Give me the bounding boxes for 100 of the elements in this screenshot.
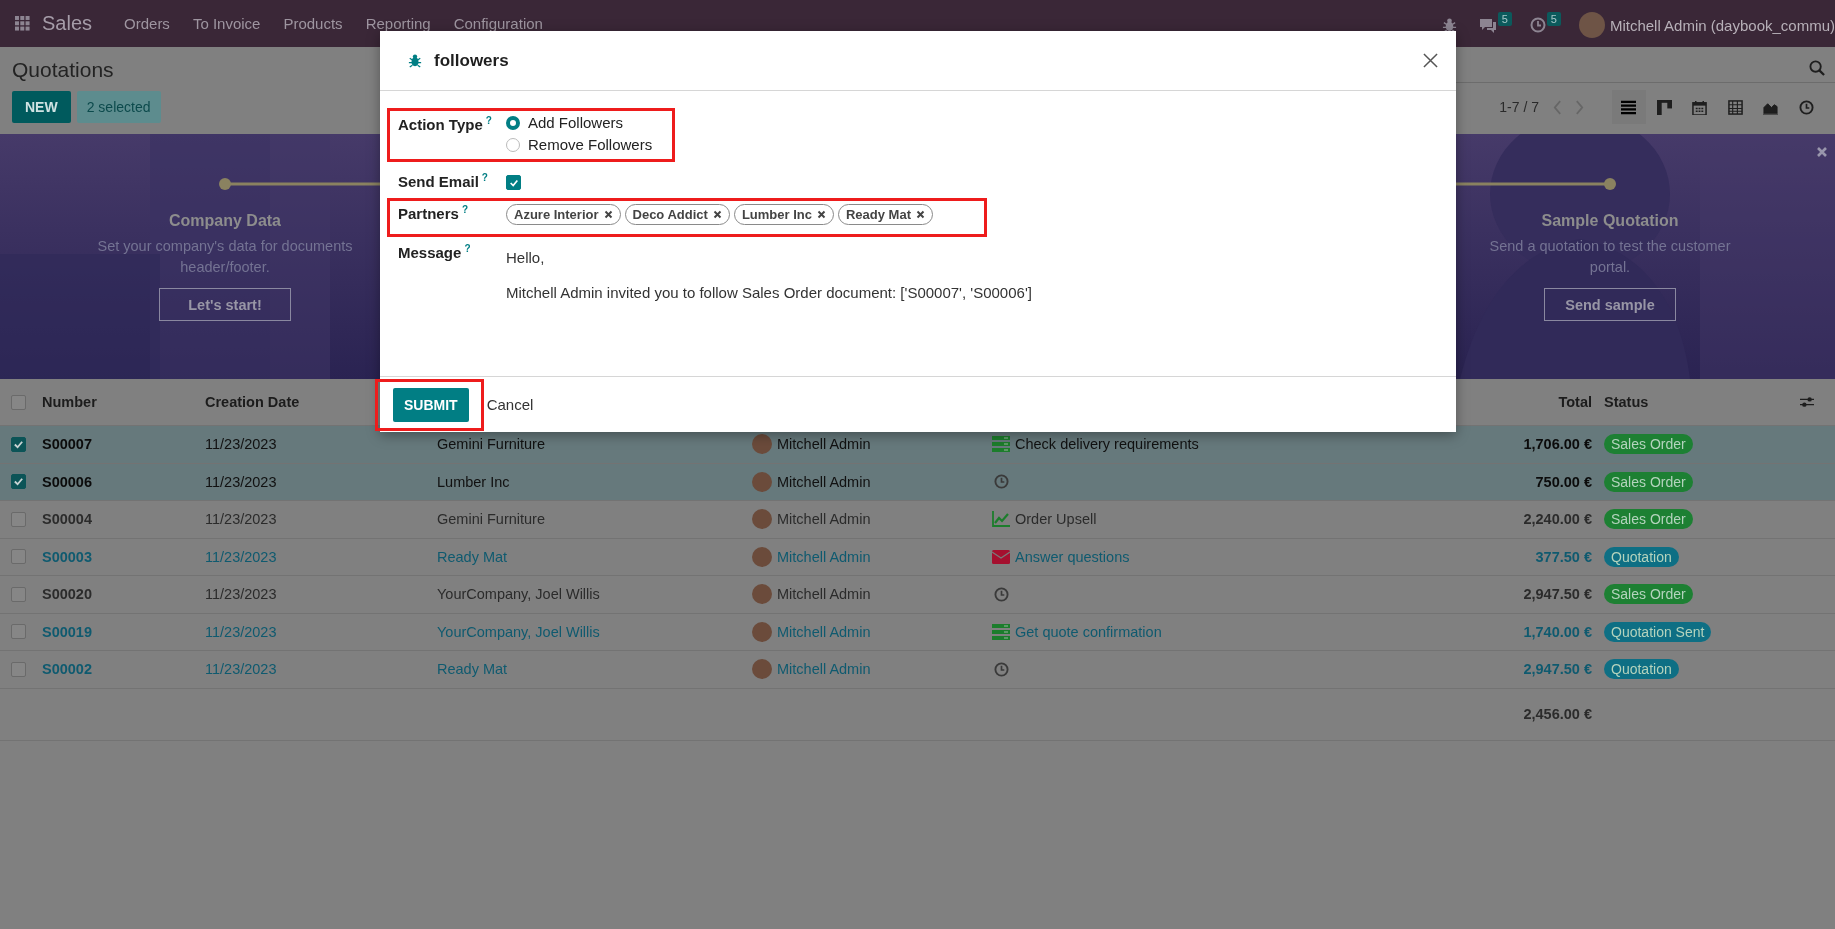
check-icon xyxy=(13,476,24,488)
bug-icon xyxy=(408,53,422,68)
field-label: Send Email xyxy=(398,173,479,190)
selection-count[interactable]: 2 selected xyxy=(76,91,161,123)
pager-value[interactable]: 1-7 / 7 xyxy=(1499,99,1539,115)
status-tag: Sales Order xyxy=(1604,509,1693,530)
app-name[interactable]: Sales xyxy=(42,12,93,35)
checkbox[interactable] xyxy=(506,175,521,190)
column-header[interactable]: Number xyxy=(42,394,97,410)
count-badge: 5 xyxy=(1546,12,1561,26)
activity-summary[interactable]: Check delivery requirements xyxy=(1015,436,1199,453)
tag-label: Azure Interior xyxy=(514,207,599,222)
search-icon[interactable] xyxy=(1809,59,1825,76)
step-button[interactable]: Let's start! xyxy=(159,288,291,321)
step-description: Send a quotation to test the customer portal. xyxy=(1488,237,1732,277)
clock-icon[interactable] xyxy=(994,586,1009,602)
table-cell-text: 750.00 € xyxy=(1534,473,1593,490)
radio-button[interactable] xyxy=(506,115,520,130)
tag-label: Ready Mat xyxy=(845,207,911,222)
clock-icon[interactable] xyxy=(1529,17,1546,33)
menu-item[interactable]: Products xyxy=(271,15,354,32)
apps-grid-icon[interactable] xyxy=(15,16,30,31)
checkbox[interactable] xyxy=(11,511,26,527)
check-icon xyxy=(508,177,519,188)
field-label: Partners xyxy=(398,205,459,222)
menu-item[interactable]: Configuration xyxy=(441,15,554,32)
avatar xyxy=(752,546,772,567)
column-header[interactable]: Status xyxy=(1596,394,1649,410)
status-tag: Sales Order xyxy=(1604,471,1693,492)
close-icon[interactable] xyxy=(816,210,826,219)
table-cell-text: 2,240.00 € xyxy=(1522,511,1593,528)
table-cell-text: 11/23/2023 xyxy=(205,661,278,678)
check-icon xyxy=(13,438,24,450)
field-label: Message xyxy=(398,244,462,261)
table-cell: Mitchell Admin xyxy=(777,473,871,490)
table-cell-text: 2,947.50 € xyxy=(1522,586,1593,603)
calendar-icon xyxy=(1692,99,1707,115)
menu-item[interactable]: To Invoice xyxy=(180,15,272,32)
table-cell: Mitchell Admin xyxy=(777,586,871,603)
chat-icon[interactable] xyxy=(1478,16,1497,34)
avatar xyxy=(1578,12,1605,38)
table-cell-text: S00003 xyxy=(42,548,93,565)
radio-button[interactable] xyxy=(506,137,520,152)
checkbox[interactable] xyxy=(11,549,26,565)
close-icon[interactable] xyxy=(712,210,722,219)
checkbox[interactable] xyxy=(11,474,26,490)
checkbox[interactable] xyxy=(11,394,26,410)
column-header[interactable]: Total xyxy=(1558,394,1596,410)
checkbox[interactable] xyxy=(11,624,26,640)
table-cell-text: S00007 xyxy=(42,436,93,453)
activity-summary[interactable]: Order Upsell xyxy=(1015,511,1097,528)
clock-icon[interactable] xyxy=(994,474,1009,490)
close-icon[interactable] xyxy=(1423,53,1438,68)
table-cell-text: S00004 xyxy=(42,511,93,528)
cancel-button[interactable]: Cancel xyxy=(482,395,538,413)
message-text[interactable]: Mitchell Admin invited you to follow Sales Order document: ['S00007', 'S00006'] xyxy=(506,284,1032,301)
table-cell-text: S00019 xyxy=(42,623,93,640)
table-cell-text: S00002 xyxy=(42,661,93,678)
menu-item[interactable]: Reporting xyxy=(353,15,442,32)
checkbox[interactable] xyxy=(11,586,26,602)
page-title: Quotations xyxy=(12,58,114,82)
radio-option[interactable]: Remove Followers xyxy=(506,136,653,153)
radio-option[interactable]: Add Followers xyxy=(506,114,653,131)
table-cell-text: S00020 xyxy=(42,586,93,603)
table-cell-text: 11/23/2023 xyxy=(205,511,278,528)
help-tooltip[interactable]: ? xyxy=(464,243,471,254)
table-cell-text: Ready Mat xyxy=(437,548,509,565)
avatar xyxy=(752,509,772,530)
table-cell: Mitchell Admin xyxy=(777,661,871,678)
submit-button[interactable]: SUBMIT xyxy=(393,387,469,422)
column-header[interactable]: Creation Date xyxy=(205,394,300,410)
table-cell-text: 11/23/2023 xyxy=(205,473,278,490)
table-cell-text: Ready Mat xyxy=(437,661,509,678)
clock-icon[interactable] xyxy=(994,661,1009,677)
close-icon[interactable] xyxy=(603,210,613,219)
count-badge: 5 xyxy=(1497,12,1512,26)
step-button[interactable]: Send sample xyxy=(1544,288,1676,321)
checkbox[interactable] xyxy=(11,436,26,452)
help-tooltip[interactable]: ? xyxy=(481,172,488,183)
view-switch[interactable] xyxy=(1611,90,1646,124)
help-tooltip[interactable]: ? xyxy=(461,204,468,215)
kanban-icon xyxy=(1656,99,1672,115)
tag-label: Lumber Inc xyxy=(741,207,812,222)
field-label: Action Type xyxy=(398,116,483,133)
status-tag: Sales Order xyxy=(1604,434,1693,455)
user-menu[interactable]: Mitchell Admin (daybook_commu) xyxy=(1609,16,1835,34)
sliders-icon[interactable] xyxy=(1800,395,1814,409)
table-cell: Mitchell Admin xyxy=(777,511,871,528)
new-button[interactable]: NEW xyxy=(12,91,71,123)
avatar xyxy=(752,659,772,680)
checkbox[interactable] xyxy=(11,661,26,677)
help-tooltip[interactable]: ? xyxy=(485,115,492,126)
message-text[interactable]: Hello, xyxy=(506,249,1032,266)
table-cell-text: 377.50 € xyxy=(1534,548,1593,565)
menu-item[interactable]: Orders xyxy=(112,15,181,32)
step-title: Company Data xyxy=(169,212,281,230)
table-cell-text: 1,706.00 € xyxy=(1522,436,1593,453)
avatar xyxy=(752,434,772,455)
table-icon xyxy=(1727,99,1743,115)
close-icon[interactable] xyxy=(916,210,925,219)
